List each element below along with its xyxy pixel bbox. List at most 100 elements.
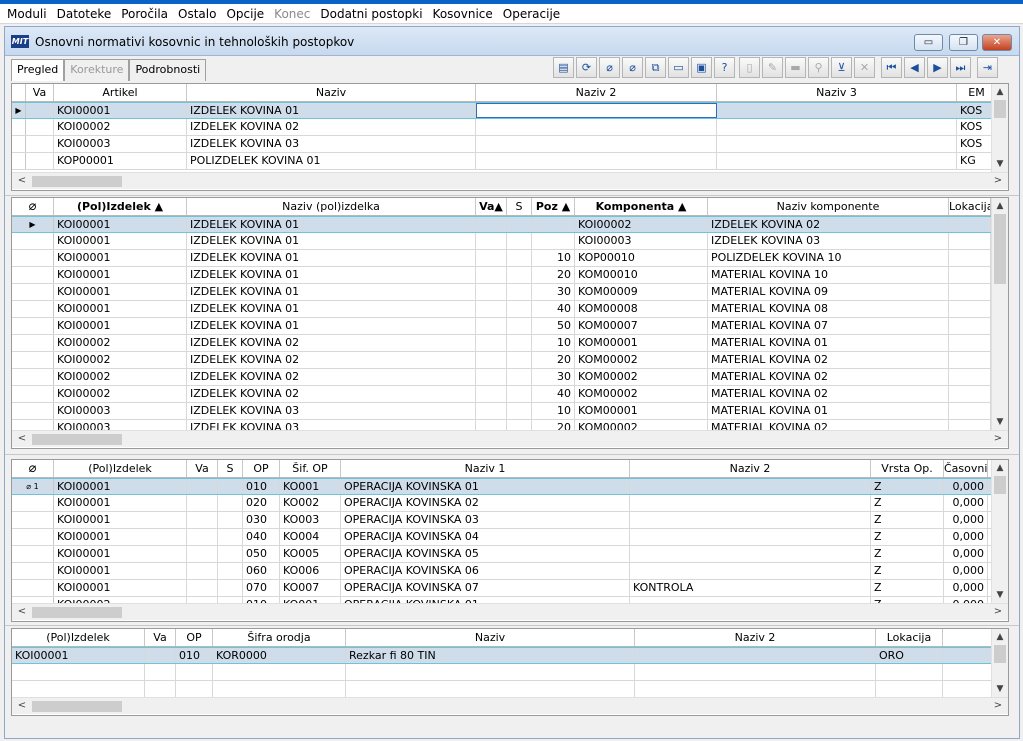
grid3-col-header[interactable]: ⌀ — [12, 460, 54, 477]
table-cell[interactable]: KOI00001 — [54, 233, 187, 249]
table-row[interactable]: KOI00001 IZDELEK KOVINA 01 50 KOM00007 MATER… — [12, 318, 1008, 335]
edit-button[interactable]: ✎ — [762, 57, 783, 78]
grid2-col-header[interactable]: Komponenta ▲ — [575, 198, 708, 215]
grid2-col-header[interactable]: Naziv (pol)izdelka — [187, 198, 476, 215]
table-cell[interactable]: 010 — [243, 479, 280, 494]
table-row[interactable]: KOI00001 050 KO005 OPERACIJA KOVINSKA 05 Z 0,… — [12, 546, 1008, 563]
table-cell[interactable] — [949, 386, 991, 402]
table-cell[interactable]: KOM00010 — [575, 267, 708, 283]
table-cell[interactable] — [187, 580, 218, 596]
table-cell[interactable]: MATERIAL KOVINA 01 — [708, 335, 949, 351]
table-cell[interactable]: MATERIAL KOVINA 07 — [708, 318, 949, 334]
table-cell[interactable]: 020 — [243, 495, 280, 511]
table-cell[interactable] — [187, 529, 218, 545]
table-cell[interactable]: MATERIAL KOVINA 01 — [708, 403, 949, 419]
scroll-up-icon[interactable]: ▲ — [992, 629, 1008, 645]
table-cell[interactable] — [218, 546, 243, 562]
table-cell[interactable]: MATERIAL KOVINA 02 — [708, 369, 949, 385]
table-cell[interactable]: Rezkar fi 80 TIN — [346, 648, 635, 663]
table-cell[interactable] — [717, 103, 957, 118]
table-cell[interactable] — [12, 681, 145, 697]
table-cell[interactable]: KOM00001 — [575, 335, 708, 351]
table-cell[interactable] — [476, 352, 507, 368]
table-cell[interactable] — [630, 495, 871, 511]
table-cell[interactable] — [949, 233, 991, 249]
menu-item-konec[interactable]: Konec — [269, 4, 315, 24]
scroll-thumb[interactable] — [32, 701, 122, 712]
table-cell[interactable]: KOI00001 — [54, 250, 187, 266]
scroll-thumb[interactable] — [32, 176, 122, 187]
grid3-col-header[interactable]: Časovni z — [944, 460, 988, 477]
horizontal-scrollbar[interactable]: < > — [12, 697, 1008, 714]
grid2-col-header[interactable]: S — [507, 198, 532, 215]
scroll-thumb[interactable] — [994, 476, 1006, 494]
vertical-scrollbar[interactable]: ▲ ▼ — [991, 84, 1008, 172]
grid1-col-header[interactable]: Naziv — [187, 84, 476, 101]
table-cell[interactable] — [346, 681, 635, 697]
table-cell[interactable]: KO004 — [280, 529, 341, 545]
scroll-up-icon[interactable]: ▲ — [992, 84, 1008, 100]
vertical-scrollbar[interactable]: ▲ ▼ — [991, 629, 1008, 697]
table-cell[interactable]: KOP00010 — [575, 250, 708, 266]
table-cell[interactable] — [476, 369, 507, 385]
table-cell[interactable]: 050 — [243, 546, 280, 562]
table-cell[interactable] — [218, 580, 243, 596]
table-row[interactable]: KOI00001 010 KOR0000 Rezkar fi 80 TIN ORO — [12, 647, 1008, 664]
table-cell[interactable] — [507, 335, 532, 351]
table-row[interactable]: KOP00001 POLIZDELEK KOVINA 01 KG — [12, 153, 1008, 170]
table-cell[interactable]: 50 — [532, 318, 575, 334]
table-cell[interactable]: KOI00001 — [54, 512, 187, 528]
table-cell[interactable]: KOM00001 — [575, 403, 708, 419]
table-cell[interactable]: Z — [871, 580, 944, 596]
table-cell[interactable] — [507, 301, 532, 317]
horizontal-scrollbar[interactable]: < > — [12, 603, 1008, 620]
table-cell[interactable] — [507, 352, 532, 368]
grid4-col-header[interactable]: Šifra orodja — [213, 629, 346, 646]
table-cell[interactable]: Z — [871, 529, 944, 545]
table-cell[interactable] — [507, 386, 532, 402]
table-row[interactable]: KOI00003 IZDELEK KOVINA 03 KOS — [12, 136, 1008, 153]
table-cell[interactable] — [949, 217, 991, 232]
table-cell[interactable]: MATERIAL KOVINA 09 — [708, 284, 949, 300]
search-button[interactable]: ⚲ — [808, 57, 829, 78]
table-cell[interactable] — [507, 284, 532, 300]
table-cell[interactable]: IZDELEK KOVINA 01 — [187, 103, 476, 118]
table-cell[interactable]: KOM00002 — [575, 386, 708, 402]
table-cell[interactable] — [187, 479, 218, 494]
table-cell[interactable]: KOM00008 — [575, 301, 708, 317]
table-row[interactable]: KOI00001 IZDELEK KOVINA 01 KOI00003 IZDELEK… — [12, 233, 1008, 250]
scroll-thumb[interactable] — [994, 214, 1006, 284]
grid2-col-header[interactable]: Naziv komponente — [708, 198, 949, 215]
menu-item-moduli[interactable]: Moduli — [2, 4, 52, 24]
table-cell[interactable]: KOI00003 — [575, 233, 708, 249]
table-cell[interactable]: OPERACIJA KOVINSKA 06 — [341, 563, 630, 579]
table-cell[interactable]: IZDELEK KOVINA 01 — [187, 250, 476, 266]
table-cell[interactable]: 0,000 — [944, 546, 988, 562]
table-cell[interactable] — [949, 267, 991, 283]
table-cell[interactable] — [476, 318, 507, 334]
scroll-right-icon[interactable]: > — [990, 698, 1006, 714]
table-cell[interactable]: IZDELEK KOVINA 01 — [187, 217, 476, 232]
table-cell[interactable]: OPERACIJA KOVINSKA 02 — [341, 495, 630, 511]
horizontal-scrollbar[interactable]: < > — [12, 172, 1008, 189]
table-row[interactable]: KOI00002 IZDELEK KOVINA 02 20 KOM00002 MATER… — [12, 352, 1008, 369]
grid1-col-header[interactable]: Naziv 3 — [717, 84, 957, 101]
table-cell[interactable]: POLIZDELEK KOVINA 10 — [708, 250, 949, 266]
scroll-down-icon[interactable]: ▼ — [992, 587, 1008, 603]
table-cell[interactable] — [187, 512, 218, 528]
grid4-col-header[interactable]: Naziv — [346, 629, 635, 646]
table-cell[interactable]: KOI00001 — [54, 529, 187, 545]
menu-item-operacije[interactable]: Operacije — [498, 4, 565, 24]
table-cell[interactable]: OPERACIJA KOVINSKA 01 — [341, 479, 630, 494]
table-cell[interactable] — [26, 103, 54, 118]
table-cell[interactable] — [507, 233, 532, 249]
table-cell[interactable] — [635, 664, 876, 680]
table-cell[interactable]: KOI00001 — [54, 563, 187, 579]
table-cell[interactable]: KOI00002 — [54, 386, 187, 402]
table-cell[interactable] — [476, 403, 507, 419]
table-cell[interactable] — [476, 119, 717, 135]
table-cell[interactable] — [187, 495, 218, 511]
table-row[interactable]: KOI00001 060 KO006 OPERACIJA KOVINSKA 06 Z 0,… — [12, 563, 1008, 580]
table-cell[interactable] — [507, 217, 532, 232]
table-cell[interactable] — [187, 546, 218, 562]
